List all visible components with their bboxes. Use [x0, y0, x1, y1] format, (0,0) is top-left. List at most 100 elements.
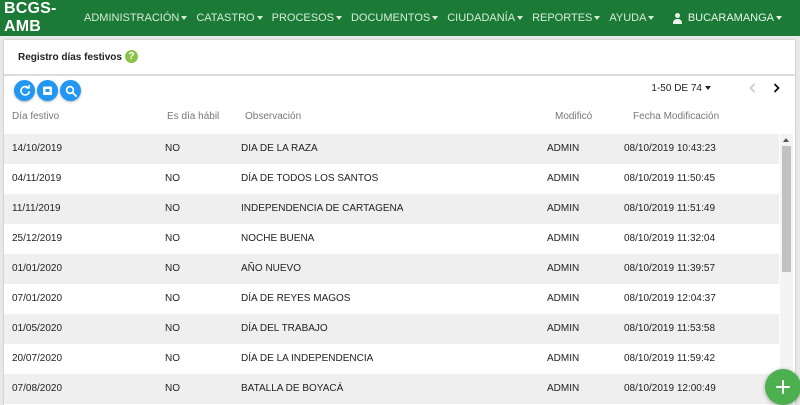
cell-modified-date: 08/10/2019 11:50:45	[624, 173, 716, 184]
cell-observation: DÍA DEL TRABAJO	[241, 323, 328, 334]
cell-working-day: NO	[165, 263, 180, 274]
user-name: BUCARAMANGA	[687, 12, 774, 24]
caret-down-icon	[432, 16, 439, 20]
cell-observation: NOCHE BUENA	[241, 233, 315, 244]
cell-modified-by: ADMIN	[547, 173, 580, 184]
menu-label: PROCESOS	[271, 12, 334, 24]
user-menu[interactable]: BUCARAMANGA	[672, 0, 782, 36]
menu-label: AYUDA	[609, 12, 647, 24]
cell-modified-date: 08/10/2019 10:43:23	[624, 143, 716, 154]
page-title: Registro días festivos	[18, 51, 122, 63]
menu-reportes[interactable]: REPORTES	[532, 12, 601, 24]
cell-modified-by: ADMIN	[547, 263, 580, 274]
menu-label: ADMINISTRACIÓN	[84, 12, 180, 24]
cell-date: 01/01/2020	[12, 263, 63, 274]
page-range: 1-50 DE 74	[651, 82, 702, 94]
cell-modified-by: ADMIN	[547, 293, 580, 304]
cell-date: 25/12/2019	[12, 233, 63, 244]
caret-down-icon	[594, 16, 601, 20]
cell-modified-by: ADMIN	[547, 323, 580, 334]
cell-observation: DÍA DE REYES MAGOS	[241, 293, 351, 304]
cell-observation: INDEPENDENCIA DE CARTAGENA	[241, 203, 404, 214]
cell-modified-date: 08/10/2019 11:32:04	[624, 233, 716, 244]
menu-documentos[interactable]: DOCUMENTOS	[350, 12, 439, 24]
caret-down-icon	[648, 16, 655, 20]
table-row[interactable]: 25/12/2019 NO NOCHE BUENA ADMIN 08/10/20…	[4, 224, 779, 254]
chevron-right-icon	[773, 83, 780, 93]
cell-working-day: NO	[165, 323, 180, 334]
table-row[interactable]: 01/05/2020 NO DÍA DEL TRABAJO ADMIN 08/1…	[4, 314, 779, 344]
brand-logo[interactable]: BCGS-AMB	[0, 0, 84, 36]
cell-modified-by: ADMIN	[547, 233, 580, 244]
table-row[interactable]: 07/08/2020 NO BATALLA DE BOYACÁ ADMIN 08…	[4, 374, 779, 404]
cell-working-day: NO	[165, 173, 180, 184]
cell-modified-date: 08/10/2019 11:51:49	[624, 203, 716, 214]
table-row[interactable]: 20/07/2020 NO DÍA DE LA INDEPENDENCIA AD…	[4, 344, 779, 374]
menu-catastro[interactable]: CATASTRO	[196, 12, 263, 24]
top-navbar: BCGS-AMB ADMINISTRACIÓN CATASTRO PROCESO…	[0, 0, 800, 36]
plus-icon	[776, 380, 790, 394]
pagination: 1-50 DE 74	[651, 80, 781, 96]
panel-header: Registro días festivos ?	[4, 40, 795, 76]
table-row[interactable]: 01/01/2020 NO AÑO NUEVO ADMIN 08/10/2019…	[4, 254, 779, 284]
cell-date: 07/01/2020	[12, 293, 63, 304]
menu-label: DOCUMENTOS	[350, 12, 431, 24]
toolbar	[14, 80, 83, 101]
cell-observation: AÑO NUEVO	[241, 263, 302, 274]
export-button[interactable]	[37, 80, 58, 101]
menu-administracion[interactable]: ADMINISTRACIÓN	[84, 12, 188, 24]
table-row[interactable]: 11/11/2019 NO INDEPENDENCIA DE CARTAGENA…	[4, 194, 779, 224]
menu-label: REPORTES	[532, 12, 593, 24]
table-header: Día festivo Es día hábil Observación Mod…	[4, 110, 779, 134]
cell-modified-by: ADMIN	[547, 383, 580, 394]
cell-modified-by: ADMIN	[547, 203, 580, 214]
menu-procesos[interactable]: PROCESOS	[272, 12, 342, 24]
column-header-observacion[interactable]: Observación	[245, 110, 301, 123]
cell-date: 14/10/2019	[12, 143, 63, 154]
search-icon	[65, 85, 77, 97]
cell-observation: DÍA DE LA INDEPENDENCIA	[241, 353, 374, 364]
menu-ayuda[interactable]: AYUDA	[609, 12, 655, 24]
scroll-thumb[interactable]	[782, 146, 791, 272]
table-row[interactable]: 04/11/2019 NO DÍA DE TODOS LOS SANTOS AD…	[4, 164, 779, 194]
refresh-icon	[19, 84, 30, 96]
search-button[interactable]	[60, 80, 81, 101]
cell-date: 01/05/2020	[12, 323, 63, 334]
chevron-left-icon	[748, 83, 755, 93]
cell-modified-by: ADMIN	[547, 143, 580, 154]
cell-working-day: NO	[165, 293, 180, 304]
cell-working-day: NO	[165, 353, 180, 364]
caret-down-icon	[256, 16, 263, 20]
caret-down-icon	[776, 16, 782, 20]
cell-modified-date: 08/10/2019 11:59:42	[624, 353, 716, 364]
column-header-dia-festivo[interactable]: Día festivo	[12, 110, 59, 123]
next-page-button[interactable]	[771, 81, 781, 95]
column-header-es-dia-habil[interactable]: Es día hábil	[167, 110, 219, 123]
cell-modified-date: 08/10/2019 11:53:58	[624, 323, 716, 334]
menu-label: CIUDADANÍA	[447, 12, 516, 24]
page-size-select[interactable]: 1-50 DE 74	[651, 83, 711, 94]
scroll-up-arrow-icon[interactable]	[783, 138, 789, 142]
cell-working-day: NO	[165, 383, 180, 394]
cell-modified-date: 08/10/2019 11:39:57	[624, 263, 716, 274]
table-row[interactable]: 07/01/2020 NO DÍA DE REYES MAGOS ADMIN 0…	[4, 284, 779, 314]
table-scrollbar[interactable]	[780, 134, 793, 405]
menu-label: CATASTRO	[196, 12, 255, 24]
column-header-fecha-modificacion[interactable]: Fecha Modificación	[633, 110, 719, 123]
cell-date: 07/08/2020	[12, 383, 63, 394]
cell-observation: BATALLA DE BOYACÁ	[241, 383, 344, 394]
cell-modified-date: 08/10/2019 12:00:49	[624, 383, 716, 394]
cell-working-day: NO	[165, 143, 180, 154]
cell-observation: DIA DE LA RAZA	[241, 143, 318, 154]
cell-working-day: NO	[165, 203, 180, 214]
prev-page-button[interactable]	[747, 81, 757, 95]
menu-ciudadania[interactable]: CIUDADANÍA	[447, 12, 524, 24]
column-header-modifico[interactable]: Modificó	[555, 110, 592, 123]
cell-date: 11/11/2019	[12, 203, 61, 214]
caret-down-icon	[517, 16, 524, 20]
caret-down-icon	[705, 86, 711, 90]
add-holiday-button[interactable]	[765, 369, 800, 405]
help-icon[interactable]: ?	[124, 49, 138, 63]
table-row[interactable]: 14/10/2019 NO DIA DE LA RAZA ADMIN 08/10…	[4, 134, 779, 164]
refresh-button[interactable]	[14, 80, 35, 101]
